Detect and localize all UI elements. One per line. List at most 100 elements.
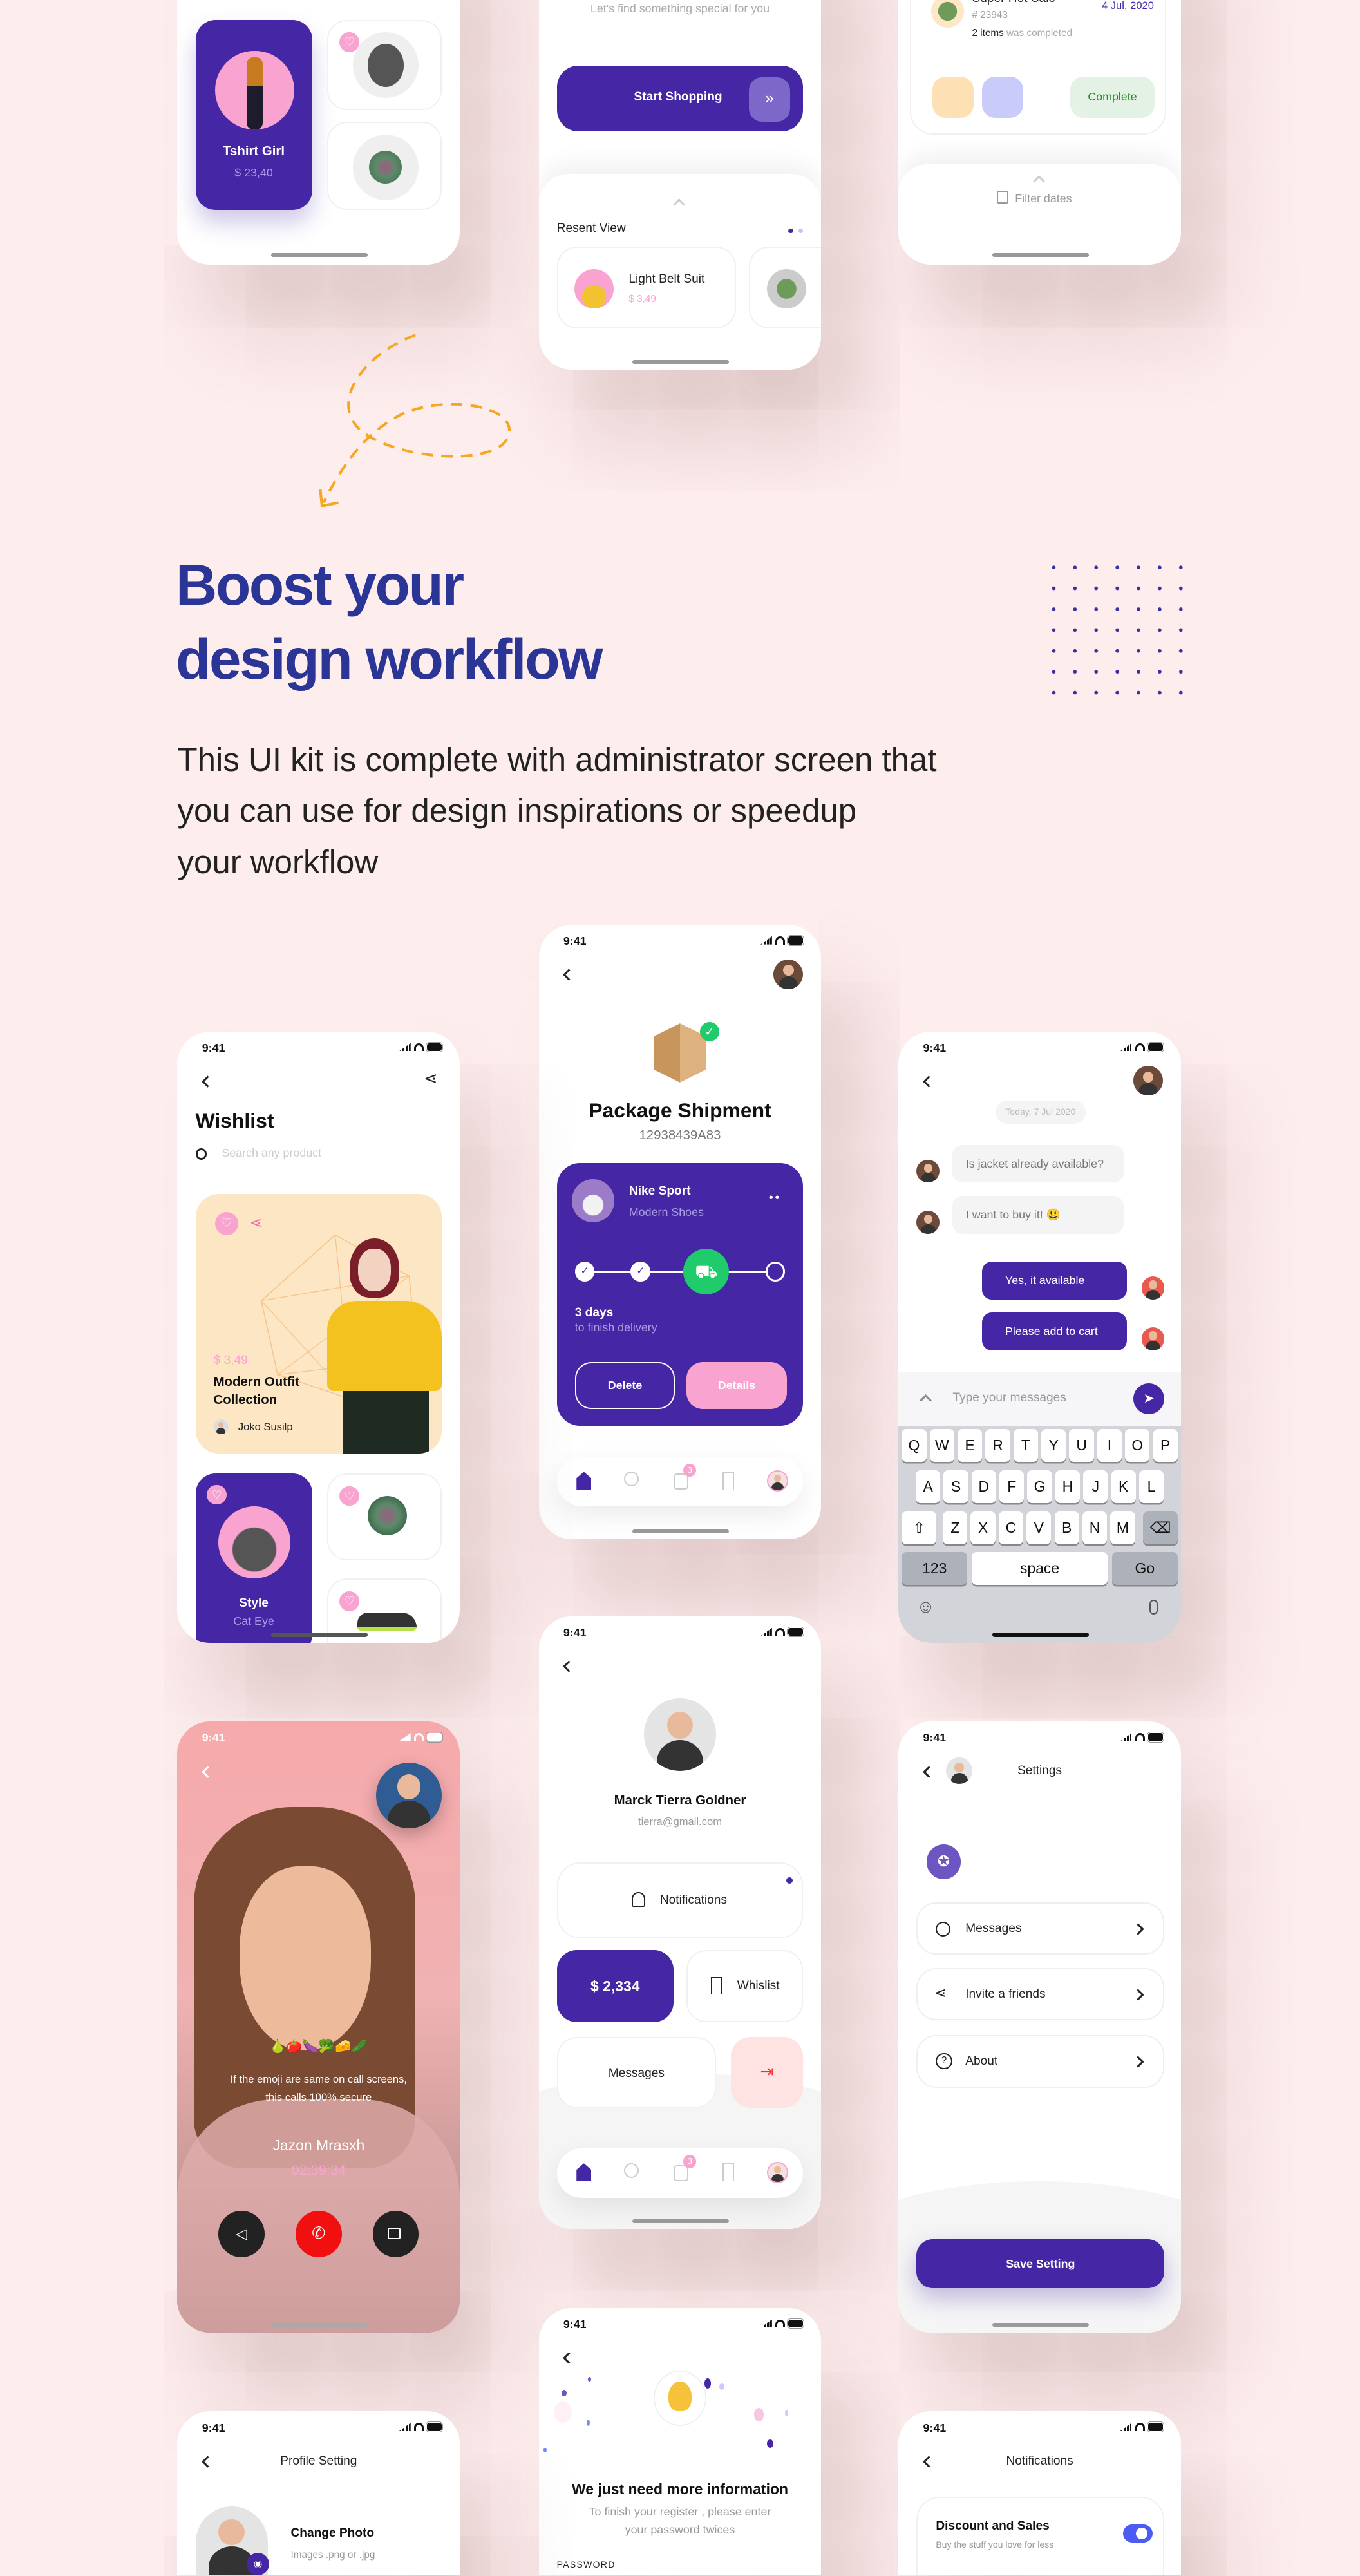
- key-k[interactable]: K: [1111, 1470, 1136, 1503]
- back-icon[interactable]: [202, 1075, 214, 1088]
- delete-button[interactable]: Delete: [574, 1361, 675, 1410]
- key-z[interactable]: Z: [943, 1511, 968, 1544]
- back-icon[interactable]: [923, 1075, 935, 1088]
- key-c[interactable]: C: [998, 1511, 1024, 1544]
- speaker-button[interactable]: ◁: [218, 2211, 265, 2257]
- key-l[interactable]: L: [1138, 1470, 1164, 1503]
- shift-key[interactable]: ⇧: [902, 1511, 936, 1544]
- key-g[interactable]: G: [1027, 1470, 1052, 1503]
- key-q[interactable]: Q: [902, 1429, 927, 1463]
- details-button[interactable]: Details: [686, 1361, 787, 1410]
- premium-button[interactable]: ✪ Get Premium Account: [916, 1835, 1165, 1889]
- product-card-style[interactable]: ♡ Style Cat Eye: [195, 1473, 312, 1643]
- heart-icon[interactable]: ♡: [339, 1591, 360, 1611]
- end-call-button[interactable]: ✆: [296, 2211, 342, 2257]
- self-video-avatar[interactable]: [376, 1762, 442, 1828]
- row-label: Invite a friends: [965, 1987, 1046, 2001]
- heart-icon[interactable]: ♡: [207, 1484, 227, 1505]
- microphone-icon[interactable]: [1149, 1600, 1158, 1615]
- showcase-canvas: Tshirt Girl $ 23,40 ♡ Let's find somethi…: [0, 0, 1360, 2576]
- bottom-nav: 3: [556, 1457, 804, 1506]
- featured-collection-card[interactable]: ♡ ⋖ $ 3,49 Modern Outfit Collection Joko…: [195, 1194, 442, 1454]
- product-card-plant[interactable]: ♡: [326, 1473, 442, 1561]
- key-y[interactable]: Y: [1041, 1429, 1066, 1463]
- avatar: [916, 1210, 940, 1234]
- chevron-up-icon[interactable]: [920, 1394, 932, 1406]
- author-name: Joko Susilp: [238, 1421, 293, 1434]
- share-icon[interactable]: ⋖: [250, 1214, 262, 1231]
- row-label: Get Premium Account: [964, 1854, 1084, 1868]
- search-icon[interactable]: [624, 2163, 639, 2179]
- go-key[interactable]: Go: [1111, 1552, 1178, 1586]
- key-n[interactable]: N: [1082, 1511, 1108, 1544]
- back-icon[interactable]: [563, 969, 575, 981]
- key-f[interactable]: F: [999, 1470, 1025, 1503]
- bottom-nav: 3: [556, 2148, 804, 2198]
- settings-row-invite[interactable]: ⋖ Invite a friends: [916, 1967, 1165, 2021]
- wishlist-button[interactable]: Whislist: [686, 1949, 804, 2022]
- space-key[interactable]: space: [971, 1552, 1108, 1586]
- key-p[interactable]: P: [1153, 1429, 1178, 1463]
- send-button[interactable]: ➤: [1133, 1383, 1165, 1415]
- key-j[interactable]: J: [1083, 1470, 1108, 1503]
- back-icon[interactable]: [563, 1660, 575, 1672]
- help-icon: ?: [936, 2052, 952, 2070]
- avatar[interactable]: [767, 1470, 789, 1492]
- key-a[interactable]: A: [916, 1470, 941, 1503]
- product-name: Style: [239, 1596, 269, 1611]
- key-h[interactable]: H: [1055, 1470, 1081, 1503]
- numbers-key[interactable]: 123: [902, 1552, 968, 1586]
- heart-icon[interactable]: ♡: [215, 1212, 238, 1236]
- key-s[interactable]: S: [943, 1470, 968, 1503]
- message-input[interactable]: Type your messages: [952, 1391, 1066, 1405]
- heart-icon[interactable]: ♡: [339, 1486, 360, 1506]
- delete-key[interactable]: ⌫: [1143, 1511, 1178, 1544]
- key-i[interactable]: I: [1097, 1429, 1122, 1463]
- video-toggle-button[interactable]: [373, 2211, 419, 2257]
- avatar[interactable]: [1133, 1066, 1163, 1096]
- home-icon[interactable]: [576, 2163, 592, 2182]
- key-d[interactable]: D: [971, 1470, 996, 1503]
- messages-button[interactable]: Messages: [556, 2036, 717, 2108]
- key-b[interactable]: B: [1054, 1511, 1079, 1544]
- search-icon[interactable]: [624, 1472, 639, 1487]
- balance-card[interactable]: $ 2,334: [556, 1949, 674, 2022]
- search-icon: [195, 1148, 207, 1160]
- key-o[interactable]: O: [1125, 1429, 1150, 1463]
- truck-icon: ⛟: [683, 1248, 730, 1294]
- notification-setting-row: Discount and Sales Buy the stuff you lov…: [916, 2497, 1165, 2576]
- key-x[interactable]: X: [970, 1511, 996, 1544]
- avatar[interactable]: [767, 2161, 789, 2183]
- status-icons: [399, 2421, 444, 2433]
- search-input[interactable]: Search any product: [222, 1146, 321, 1160]
- discount-toggle[interactable]: [1123, 2524, 1153, 2543]
- key-m[interactable]: M: [1110, 1511, 1135, 1544]
- settings-row-about[interactable]: ? About: [916, 2035, 1165, 2088]
- avatar[interactable]: [773, 959, 804, 989]
- key-u[interactable]: U: [1069, 1429, 1094, 1463]
- setting-subtitle: Buy the stuff you love for less: [936, 2539, 1054, 2550]
- home-icon[interactable]: [576, 1472, 592, 1490]
- chevron-right-icon: [1131, 1989, 1144, 2001]
- page-title: Profile Setting: [280, 2454, 357, 2468]
- save-setting-button[interactable]: Save Setting: [916, 2239, 1165, 2289]
- bookmark-icon[interactable]: [722, 1472, 735, 1490]
- caller-name: Jazon Mrasxh: [272, 2137, 365, 2154]
- more-icon[interactable]: ••: [769, 1191, 781, 1206]
- product-sub: Cat Eye: [233, 1615, 274, 1628]
- settings-row-messages[interactable]: Messages: [916, 1902, 1165, 1955]
- bookmark-icon[interactable]: [722, 2163, 735, 2182]
- key-v[interactable]: V: [1026, 1511, 1052, 1544]
- change-photo-label[interactable]: Change Photo: [290, 2526, 374, 2541]
- key-t[interactable]: T: [1013, 1429, 1039, 1463]
- notifications-button[interactable]: Notifications: [556, 1862, 804, 1938]
- emoji-icon[interactable]: ☺: [916, 1596, 935, 1617]
- profile-avatar[interactable]: [643, 1698, 717, 1771]
- eta-sub: to finish delivery: [574, 1320, 657, 1334]
- logout-button[interactable]: ⇥: [731, 2036, 804, 2108]
- profile-screen: 9:41 Marck Tierra Goldner tierra@gmail.c…: [538, 1616, 822, 2230]
- key-w[interactable]: W: [929, 1429, 954, 1463]
- key-r[interactable]: R: [985, 1429, 1010, 1463]
- share-icon[interactable]: ⋖: [424, 1069, 437, 1088]
- key-e[interactable]: E: [958, 1429, 983, 1463]
